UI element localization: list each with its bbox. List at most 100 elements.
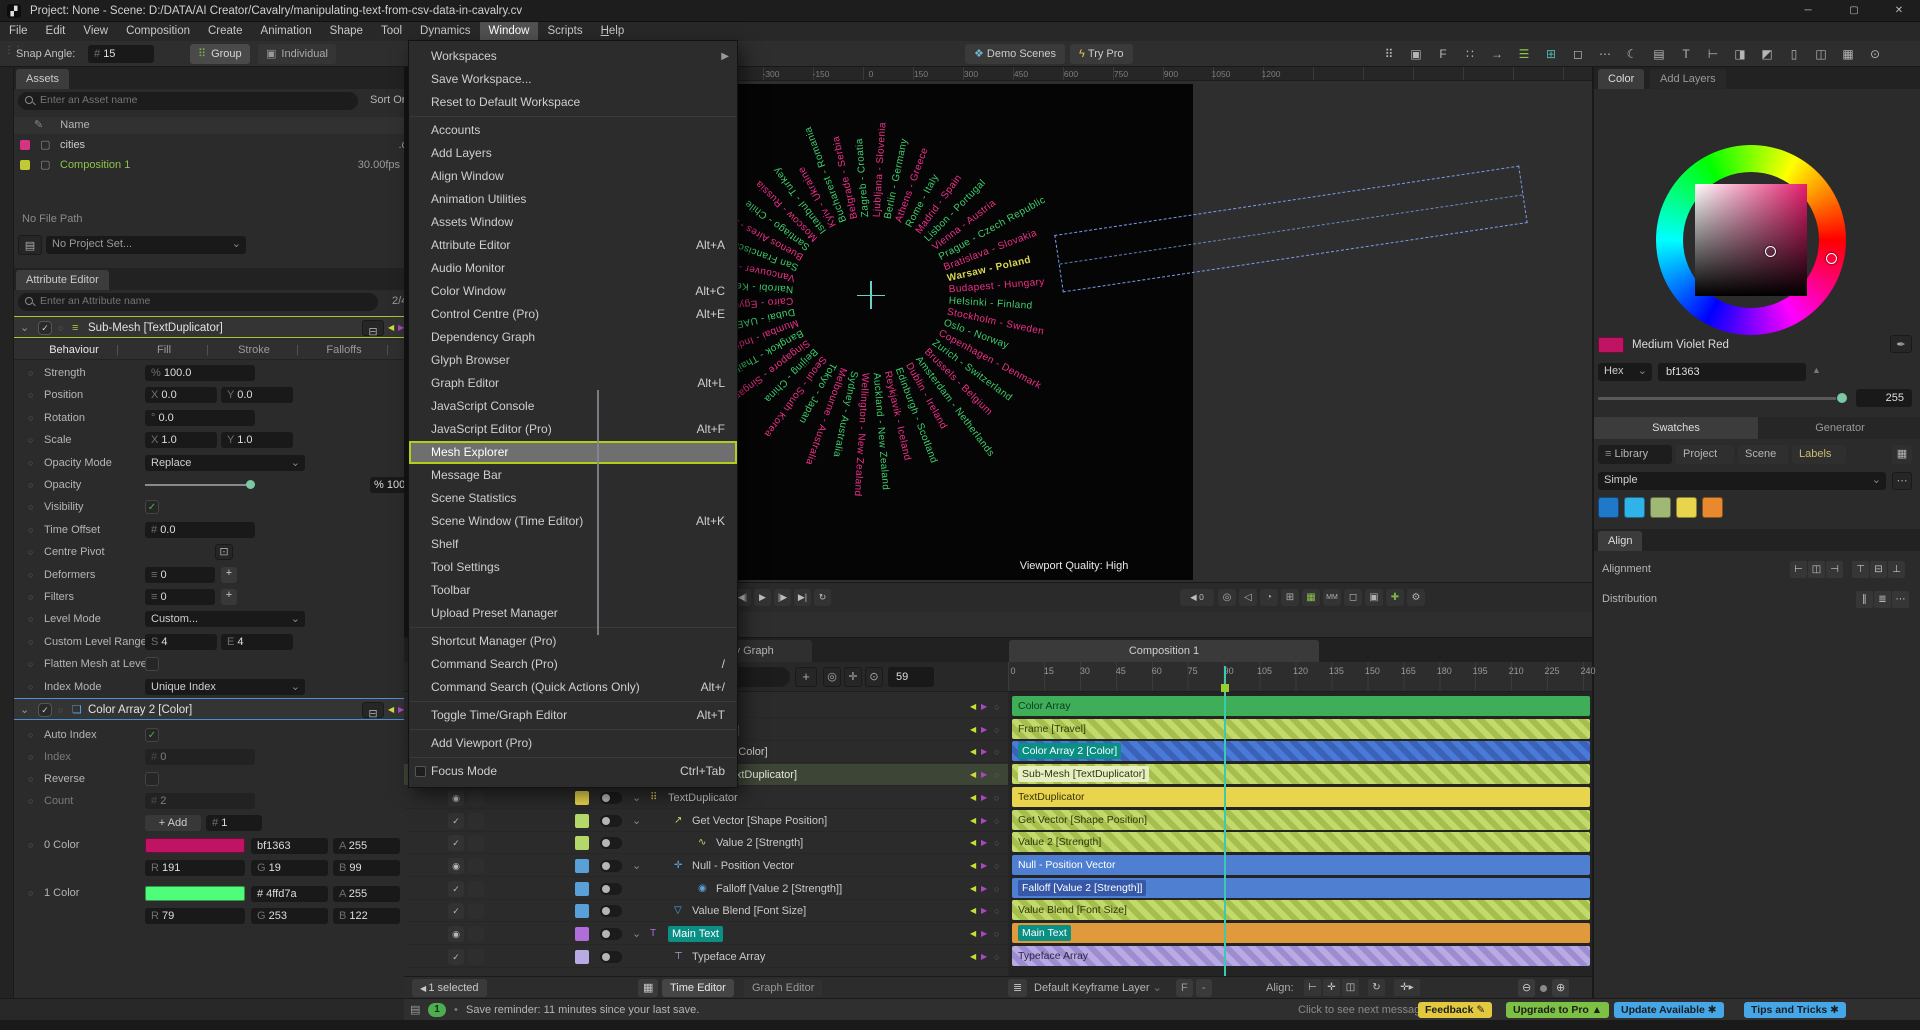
hex-field[interactable]: bf1363 [1658,363,1806,381]
play-button[interactable]: ▶ [754,589,771,606]
layer-toggle-pill[interactable] [600,951,622,963]
window-menu-item-toggle-time-graph-editor[interactable]: Toggle Time/Graph EditorAlt+T [409,704,737,727]
skip-end-button[interactable]: ▶| [794,589,811,606]
alpha-slider-track[interactable] [1598,397,1848,400]
menu-tool[interactable]: Tool [372,22,411,41]
next-key-icon[interactable]: ▶ [981,696,987,718]
menu-create[interactable]: Create [199,22,252,41]
window-menu-item-color-window[interactable]: Color WindowAlt+C [409,280,737,303]
align-center-icon[interactable]: ◨ [1729,44,1751,64]
prev-key-icon[interactable]: ◀ [388,317,394,339]
step-forward-button[interactable]: |▶ [774,589,791,606]
keyframe-dot[interactable]: ○ [28,384,33,406]
snap-icon[interactable]: ✚ [1386,589,1404,606]
window-menu-item-glyph-browser[interactable]: Glyph Browser [409,349,737,372]
track-bar-get-vector-shape-position[interactable]: Get Vector [Shape Position] [1012,810,1590,830]
frame-f-icon[interactable]: F [1432,44,1454,64]
attr-field-time-offset[interactable]: # 0.0 [145,522,255,538]
moon-icon[interactable]: ☾ [1621,44,1643,64]
key-dot-icon[interactable]: ○ [994,810,999,832]
tab-color[interactable]: Color [1598,69,1644,89]
layer-extra-cell[interactable] [468,835,484,851]
attribute-search-input[interactable] [18,293,378,311]
asset-row[interactable]: ▢cities.csv [14,135,404,155]
column-triple-icon[interactable]: ▦ [1837,44,1859,64]
next-key-icon[interactable]: ▶ [981,900,987,922]
align-center-icon[interactable]: ✛ [1323,979,1340,996]
layer-visibility-eye-icon[interactable]: ◉ [448,858,464,874]
track-bar-main-text[interactable]: Main Text [1012,923,1590,943]
layers-icon[interactable]: ▣ [1365,589,1383,606]
color-g-field[interactable]: G 253 [251,908,328,924]
layer-extra-cell[interactable] [468,903,484,919]
prev-key-icon[interactable]: ◀ [970,923,976,945]
attr-field-position-2[interactable]: Y 0.0 [221,387,293,403]
loop-icon[interactable]: ↻ [1368,979,1385,996]
layer-color-swatch[interactable] [575,836,589,850]
track-bar-textduplicator[interactable]: TextDuplicator [1012,787,1590,807]
layer-extra-cell[interactable] [468,858,484,874]
color-b-field[interactable]: B 122 [333,908,400,924]
focus-mode-checkbox[interactable] [415,766,426,777]
next-key-icon[interactable]: ▶ [981,719,987,741]
attr-checkbox-flatten-mesh-at-level[interactable] [145,657,159,671]
audio-icon[interactable]: ◁ [1239,589,1257,606]
attr-field-opacity[interactable]: % 100.0 [370,477,404,493]
tab-fill[interactable]: Fill [119,340,209,360]
next-key-icon[interactable]: ▶ [981,855,987,877]
align-right-icon[interactable]: ◩ [1756,44,1778,64]
prev-key-icon[interactable]: ◀ [970,946,976,968]
add-color-button[interactable]: + Add [145,815,201,831]
layer-toggle-pill[interactable] [600,860,622,872]
color-mode-dropdown[interactable]: Hex⌄ [1598,363,1652,381]
layer-row-textduplicator[interactable]: ◉⌄⠿TextDuplicator◀▶○ [404,787,1008,809]
save-reminder-message[interactable]: Save reminder: 11 minutes since your las… [466,999,699,1021]
menu-file[interactable]: File [0,22,37,41]
layer-toggle-pill[interactable] [600,883,622,895]
keyframe-dot[interactable]: ○ [28,474,33,496]
layer-extra-cell[interactable] [468,881,484,897]
expander-icon[interactable]: ⌄ [632,855,641,877]
color-g-field[interactable]: G 19 [251,860,328,876]
window-menu-item-toolbar[interactable]: Toolbar [409,579,737,602]
timeline-ruler[interactable]: 0153045607590105120135150165180195210225… [1008,662,1592,692]
align-left-icon[interactable]: ⊢ [1304,979,1321,996]
minimize-button[interactable]: ─ [1786,0,1830,22]
alpha-value-field[interactable]: 255 [1856,389,1912,407]
expander-icon[interactable]: ⌄ [632,787,641,809]
mm-icon[interactable]: MM [1323,589,1341,606]
layer-enable-check-icon[interactable]: ✓ [448,835,464,851]
layer-color-swatch[interactable] [575,882,589,896]
bounds-icon[interactable]: ◻ [1344,589,1362,606]
layer-row-falloff-value-2-strength[interactable]: ✓◉Falloff [Value 2 [Strength]]◀▶○ [404,878,1008,900]
window-menu-item-workspaces[interactable]: Workspaces▶ [409,45,737,68]
layer-row-value-blend-font-size[interactable]: ✓▽Value Blend [Font Size]◀▶○ [404,900,1008,922]
attr-checkbox-visibility[interactable]: ✓ [145,500,159,514]
prev-key-icon[interactable]: ◀ [970,878,976,900]
snap-move-icon[interactable]: ✛▸ [1394,979,1420,996]
menu-dynamics[interactable]: Dynamics [411,22,479,41]
window-menu-item-add-layers[interactable]: Add Layers [409,142,737,165]
playhead-line[interactable] [1224,666,1226,976]
next-key-icon[interactable]: ▶ [981,741,987,763]
current-color-swatch[interactable] [1598,337,1624,353]
track-bar-sub-mesh-textduplicator[interactable]: Sub-Mesh [TextDuplicator] [1012,764,1590,784]
window-menu-item-graph-editor[interactable]: Graph EditorAlt+L [409,372,737,395]
key-dot-icon[interactable]: ○ [994,719,999,741]
align-distribute-icon[interactable]: ◫ [1342,979,1359,996]
layer-visibility-eye-icon[interactable]: ◉ [448,790,464,806]
distribute-h-icon[interactable]: ∥ [1856,591,1873,608]
assets-name-header[interactable]: ✎ Name [14,117,404,134]
panel-splitter-scrollbar[interactable] [597,390,599,635]
layer-row-get-vector-shape-position[interactable]: ✓⌄↗Get Vector [Shape Position]◀▶○ [404,810,1008,832]
keyframe-dot[interactable]: ○ [28,564,33,586]
dashed-box-icon[interactable]: ◻ [1567,44,1589,64]
color-alpha-field[interactable]: A 255 [333,886,400,902]
window-menu-item-save-workspace[interactable]: Save Workspace... [409,68,737,91]
distribute-more-icon[interactable]: ⋯ [1892,591,1909,608]
attr-dropdown-index-mode[interactable]: Unique Index⌄ [145,679,305,695]
next-key-icon[interactable]: ▶ [981,764,987,786]
next-key-icon[interactable]: ▶ [981,923,987,945]
key-dot-icon[interactable]: ○ [994,946,999,968]
move-tool-icon[interactable]: ✛ [844,667,862,687]
